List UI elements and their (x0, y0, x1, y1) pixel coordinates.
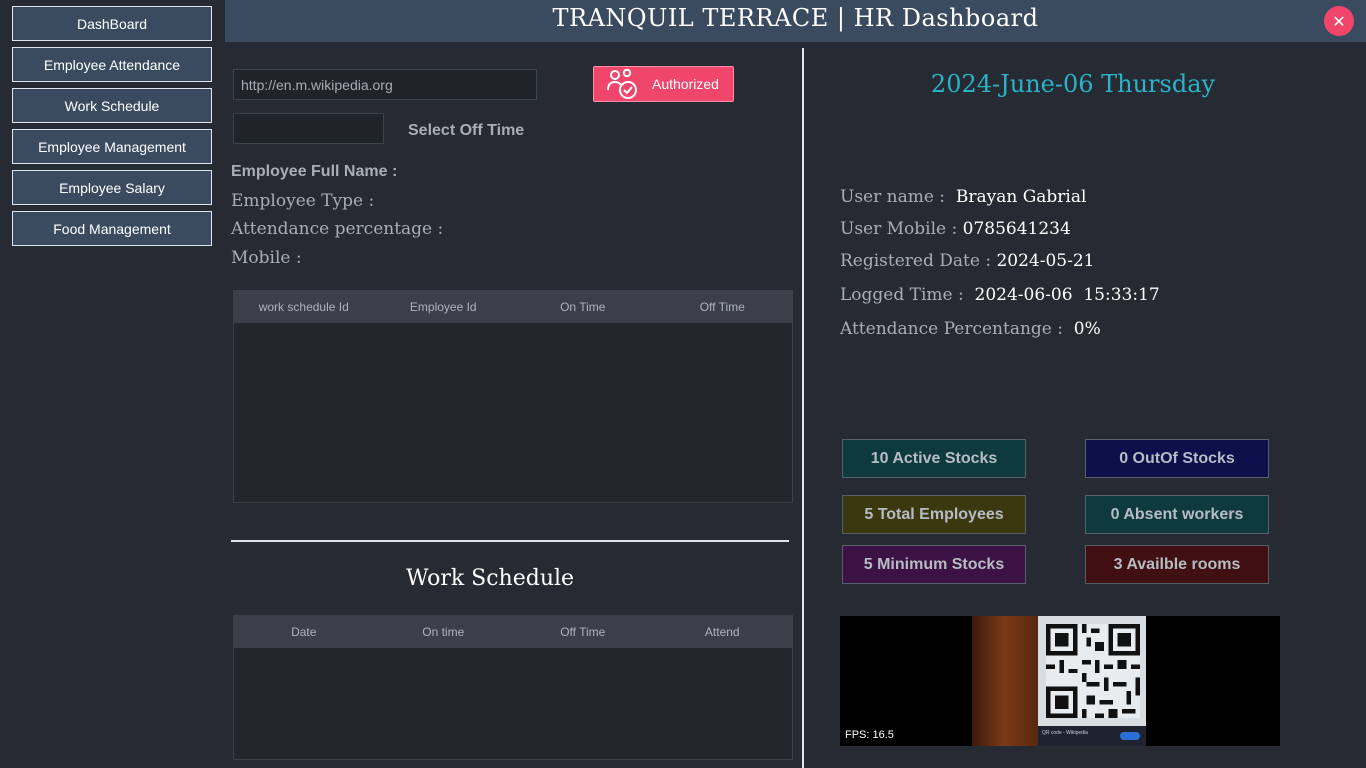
column-header-work-schedule-id[interactable]: work schedule Id (234, 300, 374, 314)
work-schedule-title: Work Schedule (405, 566, 575, 591)
phone-bottom-bar: QR code - Wikipedia (1038, 726, 1146, 746)
vertical-divider (802, 48, 804, 768)
total-employees-card[interactable]: 5 Total Employees (842, 495, 1026, 534)
column-header-employee-id[interactable]: Employee Id (374, 300, 514, 314)
logged-time-row: Logged Time : 2024-06-06 15:33:17 (840, 285, 1160, 305)
phone-screen-caption: QR code - Wikipedia (1042, 730, 1088, 736)
schedule-table[interactable]: work schedule Id Employee Id On Time Off… (233, 290, 793, 503)
user-check-icon (607, 68, 637, 99)
current-date: 2024-June-06 Thursday (930, 70, 1216, 98)
column-header-attend[interactable]: Attend (653, 625, 793, 639)
registered-date-row: Registered Date : 2024-05-21 (840, 251, 1094, 271)
close-icon: ✕ (1332, 11, 1346, 31)
sidebar-item-work-schedule[interactable]: Work Schedule (12, 88, 212, 123)
sidebar-item-employee-salary[interactable]: Employee Salary (12, 170, 212, 205)
logged-time-label: Logged Time : (840, 285, 964, 305)
qr-url-input[interactable] (233, 69, 537, 100)
sidebar-item-dashboard[interactable]: DashBoard (12, 6, 212, 41)
close-button[interactable]: ✕ (1324, 6, 1354, 36)
table-header: Date On time Off Time Attend (234, 616, 792, 648)
phone-button (1120, 732, 1140, 740)
sidebar: DashBoard Employee Attendance Work Sched… (0, 0, 224, 768)
column-header-off-time[interactable]: Off Time (653, 300, 793, 314)
select-off-time-label: Select Off Time (408, 122, 525, 139)
user-name-row: User name : Brayan Gabrial (840, 187, 1086, 207)
camera-feed: QR code - Wikipedia FPS: 16.5 (840, 616, 1280, 746)
section-divider (231, 540, 789, 542)
fps-counter: FPS: 16.5 (845, 729, 894, 741)
table-header: work schedule Id Employee Id On Time Off… (234, 291, 792, 323)
header-bar: TRANQUIL TERRACE | HR Dashboard ✕ (225, 0, 1366, 42)
user-mobile-row: User Mobile : 0785641234 (840, 219, 1071, 239)
user-mobile-value: 0785641234 (962, 219, 1071, 239)
logged-time-value: 2024-06-06 15:33:17 (974, 285, 1160, 305)
work-schedule-table[interactable]: Date On time Off Time Attend (233, 615, 793, 760)
user-name-label: User name : (840, 187, 946, 207)
column-header-off-time[interactable]: Off Time (513, 625, 653, 639)
mobile-label: Mobile : (231, 248, 302, 268)
user-name-value: Brayan Gabrial (955, 187, 1087, 207)
employee-full-name-label: Employee Full Name : (231, 163, 398, 180)
sidebar-item-food-management[interactable]: Food Management (12, 211, 212, 246)
off-time-input[interactable] (233, 113, 384, 144)
absent-workers-card[interactable]: 0 Absent workers (1085, 495, 1269, 534)
column-header-on-time[interactable]: On Time (513, 300, 653, 314)
available-rooms-card[interactable]: 3 Availble rooms (1085, 545, 1269, 584)
attendance-percentage-label: Attendance Percentange : (840, 319, 1063, 339)
attendance-percentage-label: Attendance percentage : (231, 219, 444, 239)
registered-date-label: Registered Date : (840, 251, 992, 271)
authorized-label: Authorized (652, 76, 719, 92)
employee-type-label: Employee Type : (231, 191, 375, 211)
active-stocks-card[interactable]: 10 Active Stocks (842, 439, 1026, 478)
out-of-stocks-card[interactable]: 0 OutOf Stocks (1085, 439, 1269, 478)
column-header-date[interactable]: Date (234, 625, 374, 639)
sidebar-item-employee-management[interactable]: Employee Management (12, 129, 212, 164)
sidebar-item-employee-attendance[interactable]: Employee Attendance (12, 47, 212, 82)
column-header-on-time[interactable]: On time (374, 625, 514, 639)
user-mobile-label: User Mobile : (840, 219, 958, 239)
page-title: TRANQUIL TERRACE | HR Dashboard (552, 4, 1039, 32)
registered-date-value: 2024-05-21 (996, 251, 1095, 271)
authorized-button[interactable]: Authorized (593, 66, 734, 102)
qr-code-icon (1046, 624, 1140, 718)
attendance-row: Attendance Percentange : 0% (840, 319, 1101, 339)
minimum-stocks-card[interactable]: 5 Minimum Stocks (842, 545, 1026, 584)
attendance-percentage-value: 0% (1073, 319, 1101, 339)
hr-dashboard-window: DashBoard Employee Attendance Work Sched… (0, 0, 1366, 768)
